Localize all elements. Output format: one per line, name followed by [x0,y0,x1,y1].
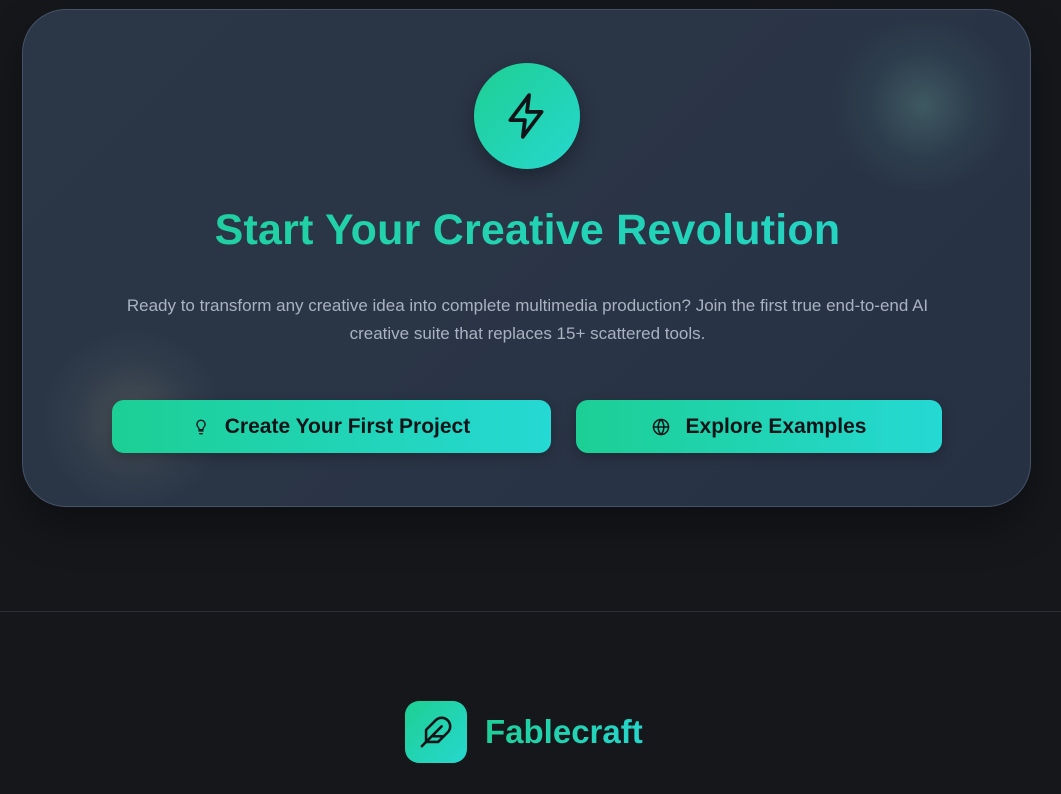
create-first-project-button[interactable]: Create Your First Project [112,400,551,453]
explore-examples-label: Explore Examples [685,414,867,438]
page: Start Your Creative Revolution Ready to … [0,0,1061,794]
cta-title: Start Your Creative Revolution [23,202,1030,258]
lightbulb-icon [193,418,209,436]
footer-brand[interactable]: Fablecraft [405,701,643,763]
cta-description: Ready to transform any creative idea int… [126,296,929,343]
create-first-project-label: Create Your First Project [224,414,471,438]
explore-examples-button[interactable]: Explore Examples [576,400,942,453]
decorative-glow [823,20,1023,190]
feather-icon [405,701,467,763]
footer-divider [0,611,1061,612]
brand-name: Fablecraft [485,713,643,750]
globe-icon [652,418,670,436]
cta-card: Start Your Creative Revolution Ready to … [22,9,1031,507]
lightning-bolt-icon [474,63,580,169]
